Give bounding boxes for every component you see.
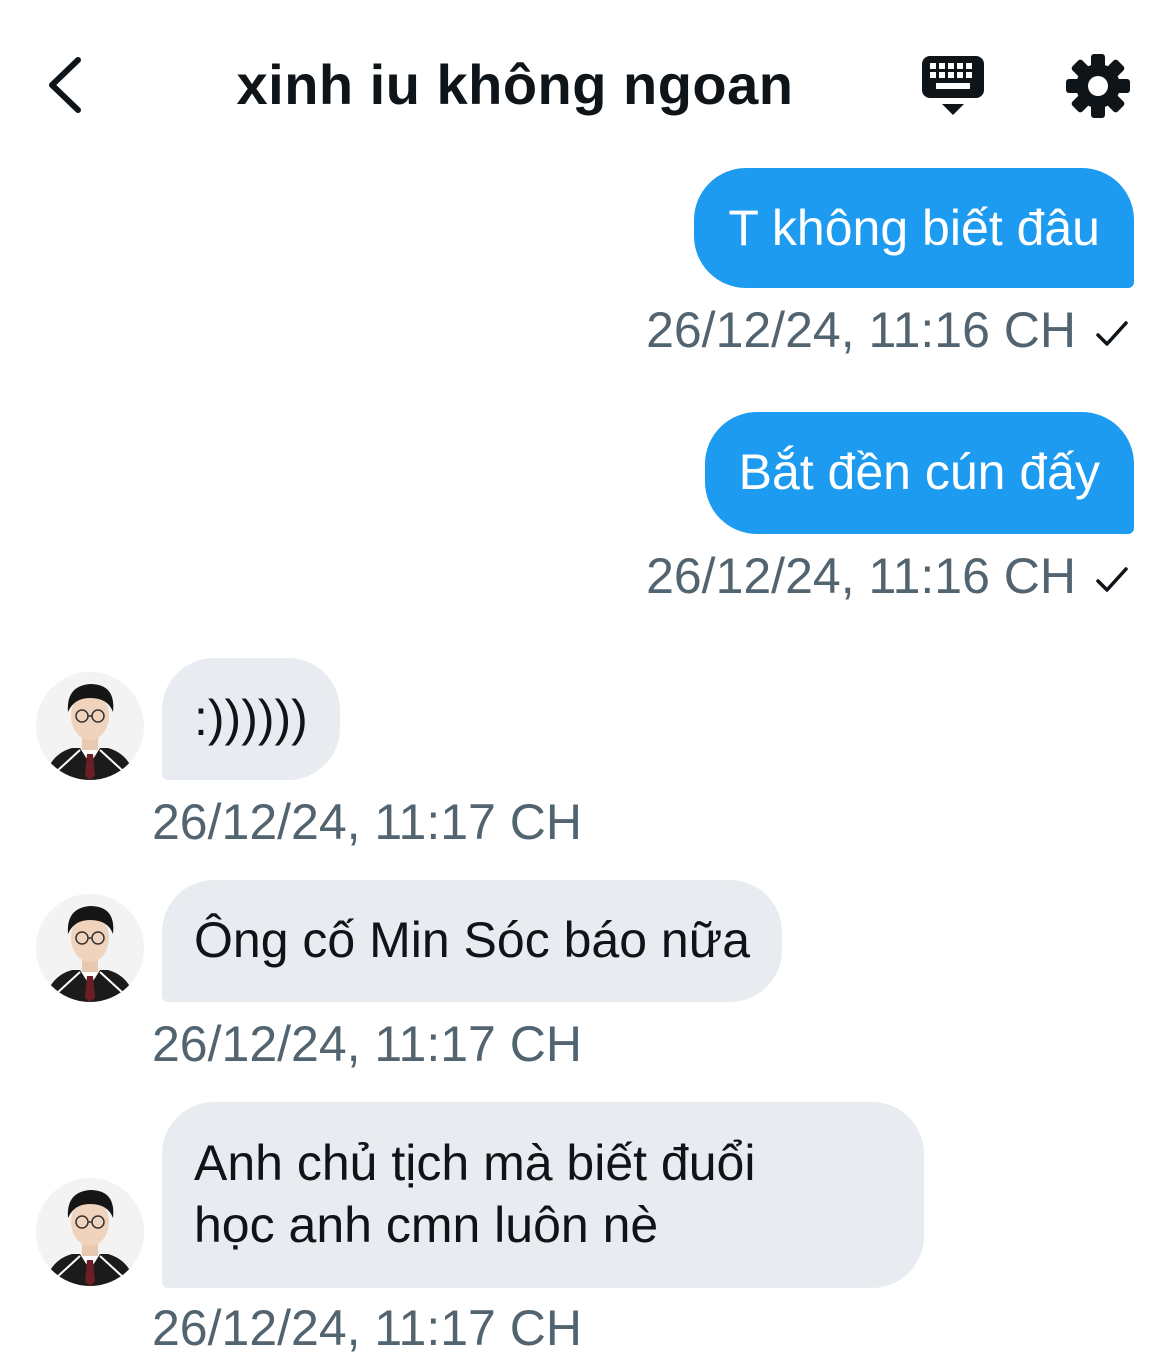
avatar-image: [36, 1178, 144, 1286]
message-timestamp: 26/12/24, 11:16 CH: [646, 302, 1076, 358]
avatar-image: [36, 672, 144, 780]
keyboard-button[interactable]: [918, 52, 990, 120]
message-timestamp: 26/12/24, 11:17 CH: [152, 1016, 582, 1072]
avatar[interactable]: [36, 1178, 144, 1286]
keyboard-icon: [922, 56, 984, 115]
chevron-left-icon: [49, 57, 81, 113]
avatar[interactable]: [36, 672, 144, 780]
message-timestamp: 26/12/24, 11:17 CH: [152, 794, 582, 850]
message-bubble-outgoing[interactable]: Bắt đền cún đấy: [704, 412, 1134, 534]
message-bubble-incoming[interactable]: :)))))): [162, 658, 340, 780]
message-text-line: Anh chủ tịch mà biết đuổi: [194, 1135, 756, 1191]
message-bubble-incoming[interactable]: Anh chủ tịch mà biết đuổi học anh cmn lu…: [162, 1102, 924, 1288]
message-text: T không biết đâu: [728, 200, 1100, 256]
message-bubble-outgoing[interactable]: T không biết đâu: [694, 168, 1134, 288]
message-text: Ông cố Min Sóc báo nữa: [194, 912, 751, 968]
gear-icon: [1066, 54, 1130, 118]
avatar-image: [36, 894, 144, 1002]
message-timestamp: 26/12/24, 11:16 CH: [646, 548, 1076, 604]
message-text: Bắt đền cún đấy: [738, 444, 1100, 500]
message-text-line: học anh cmn luôn nè: [194, 1197, 659, 1253]
avatar[interactable]: [36, 894, 144, 1002]
message-timestamp: 26/12/24, 11:17 CH: [152, 1300, 582, 1356]
message-bubble-incoming[interactable]: Ông cố Min Sóc báo nữa: [162, 880, 783, 1002]
message-text: :)))))): [194, 690, 308, 746]
conversation-title: xinh iu không ngoan: [236, 53, 794, 116]
settings-button[interactable]: [1064, 52, 1132, 120]
back-button[interactable]: [40, 50, 96, 120]
chat-header: xinh iu không ngoan: [0, 0, 1170, 160]
checkmark-icon: [1096, 321, 1128, 346]
checkmark-icon: [1096, 567, 1128, 592]
